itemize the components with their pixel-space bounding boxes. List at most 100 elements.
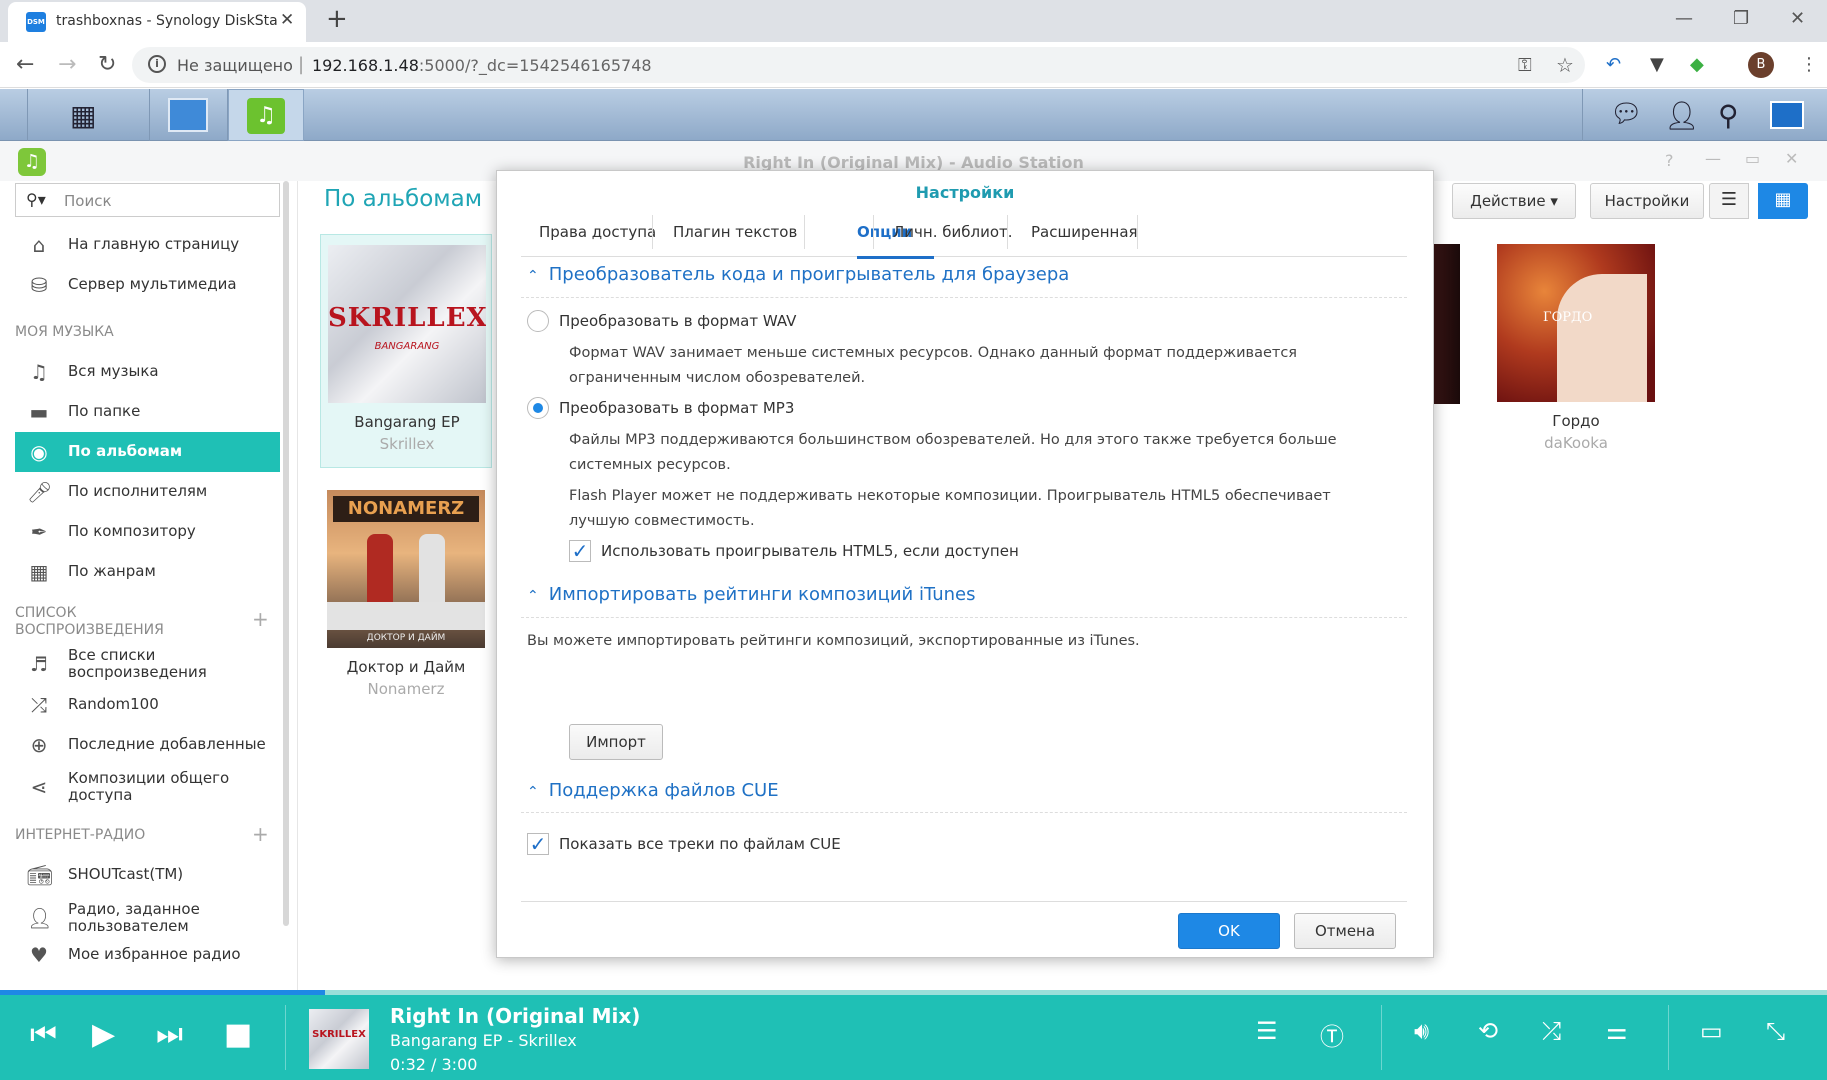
sidebar-item-random100[interactable]: ⤮ Random100 (15, 685, 280, 725)
tab-advanced[interactable]: Расширенная (1031, 223, 1138, 241)
search-icon[interactable]: ⚲ (1718, 99, 1739, 132)
messages-icon[interactable]: 💬︎ (1610, 99, 1643, 129)
queue-icon[interactable]: ☰ (1256, 1017, 1278, 1045)
album-name: Bangarang EP (354, 413, 460, 431)
add-playlist-icon[interactable]: + (252, 607, 269, 631)
html5-checkbox-label[interactable]: Использовать проигрыватель HTML5, если д… (601, 542, 1019, 560)
section-cue-header[interactable]: ⌃ Поддержка файлов CUE (527, 780, 779, 801)
back-arrow-icon[interactable]: ← (16, 52, 34, 77)
new-tab-icon[interactable]: + (326, 4, 348, 34)
radio-mp3[interactable] (527, 397, 549, 419)
key-icon[interactable]: ⚿ (1518, 55, 1532, 76)
url-text[interactable]: 192.168.1.48:5000/?_dc=1542546165748 (312, 56, 652, 75)
search-input[interactable]: ⚲▾ Поиск (15, 183, 280, 217)
reload-icon[interactable]: ↻ (98, 52, 116, 77)
address-bar[interactable]: i Не защищено | 192.168.1.48:5000/?_dc=1… (132, 47, 1585, 83)
repeat-icon[interactable]: ⟲ (1478, 1017, 1498, 1045)
equalizer-icon[interactable]: ⚌ (1606, 1017, 1628, 1045)
bookmark-star-icon[interactable]: ☆ (1556, 53, 1574, 77)
album-card[interactable]: ГОРДО Гордо daKooka (1490, 234, 1662, 468)
radio-mp3-label[interactable]: Преобразовать в формат MP3 (559, 399, 794, 417)
sidebar-item-home[interactable]: ⌂ На главную страницу (15, 225, 280, 265)
minimize-icon[interactable]: — (1705, 149, 1721, 168)
sidebar-item-label: По исполнителям (68, 482, 208, 500)
sidebar-item-recently-added[interactable]: ⊕ Последние добавленные (15, 725, 280, 765)
sidebar-item-shared-songs[interactable]: ⋖ Композиции общего доступа (15, 767, 280, 807)
info-icon[interactable]: i (148, 55, 166, 73)
cue-checkbox-label[interactable]: Показать все треки по файлам CUE (559, 835, 841, 853)
now-playing-cover[interactable]: SKRILLEX (309, 1009, 369, 1069)
browser-tab-strip: DSM trashboxnas - Synology DiskStation ✕… (0, 0, 1827, 42)
next-track-icon[interactable]: ⏭ (156, 1017, 183, 1052)
chrome-menu-icon[interactable]: ⋮ (1800, 54, 1818, 75)
cue-checkbox[interactable]: ✓ (527, 833, 549, 855)
sidebar-item-by-artist[interactable]: 🎤︎ По исполнителям (15, 472, 280, 512)
shuffle-icon[interactable]: ⤮ (1542, 1017, 1561, 1045)
action-dropdown-button[interactable]: Действие ▾ (1452, 183, 1576, 219)
radio-wav[interactable] (527, 310, 549, 332)
sidebar-item-all-playlists[interactable]: ♬ Все списки воспроизведения (15, 644, 280, 684)
restore-window-icon[interactable]: ❐ (1733, 8, 1749, 29)
tab-personal-library[interactable]: Личн. библиот. (893, 223, 1013, 241)
pocket-icon[interactable]: ▼ (1650, 54, 1664, 75)
tab-access-rights[interactable]: Права доступа (539, 223, 656, 241)
section-transcoder-header[interactable]: ⌃ Преобразователь кода и проигрыватель дл… (527, 264, 1069, 285)
stop-icon[interactable]: ■ (224, 1017, 252, 1052)
sidebar-item-by-album[interactable]: ◉ По альбомам (15, 432, 280, 472)
album-name: Гордо (1552, 412, 1600, 430)
main-menu-button[interactable]: ▦ (28, 89, 150, 141)
import-button[interactable]: Импорт (569, 724, 663, 760)
html5-checkbox[interactable]: ✓ (569, 540, 591, 562)
chevron-up-icon: ⌃ (527, 268, 539, 284)
sidebar-item-favorite-radio[interactable]: ♥ Мое избранное радио (15, 935, 280, 975)
help-icon[interactable]: ? (1665, 151, 1674, 170)
forward-arrow-icon[interactable]: → (58, 52, 76, 77)
cover-art-text: NONAMERZ (333, 496, 479, 522)
sidebar-item-label: По композитору (68, 522, 196, 540)
cancel-button[interactable]: Отмена (1294, 913, 1396, 949)
shield-extension-icon[interactable]: ◆ (1690, 54, 1704, 75)
screen-cast-icon[interactable]: ▭ (1700, 1017, 1723, 1045)
minimize-window-icon[interactable]: — (1675, 8, 1693, 29)
volume-icon[interactable]: 🔊︎ (1414, 1017, 1429, 1045)
user-icon[interactable]: 👤︎ (1664, 99, 1700, 132)
previous-track-icon[interactable]: ⏮ (30, 1017, 57, 1052)
taskbar-app-audiostation[interactable]: ♫ (228, 89, 304, 141)
sidebar-item-by-composer[interactable]: ✒ По композитору (15, 512, 280, 552)
play-icon[interactable]: ▶ (92, 1017, 115, 1052)
close-tab-icon[interactable]: ✕ (280, 10, 294, 30)
lyrics-icon[interactable]: Ⓣ (1320, 1017, 1344, 1052)
radio-wav-label[interactable]: Преобразовать в формат WAV (559, 312, 796, 330)
sidebar-item-shoutcast[interactable]: 📻︎ SHOUTcast(TM) (15, 855, 280, 895)
security-label[interactable]: Не защищено (177, 56, 293, 75)
sidebar-item-by-folder[interactable]: ▬ По папке (15, 392, 280, 432)
search-icon[interactable]: ⚲▾ (26, 190, 46, 209)
section-title: Импортировать рейтинги композиций iTunes (548, 584, 976, 605)
maximize-icon[interactable]: ▭ (1745, 149, 1760, 168)
plus-circle-icon: ⊕ (30, 733, 48, 757)
extension-undo-icon[interactable]: ↶ (1606, 54, 1621, 75)
chevron-up-icon: ⌃ (527, 588, 539, 604)
sidebar-item-by-genre[interactable]: ▦ По жанрам (15, 552, 280, 592)
sidebar-item-all-music[interactable]: ♫ Вся музыка (15, 352, 280, 392)
profile-avatar[interactable]: B (1748, 52, 1774, 78)
close-window-icon[interactable]: ✕ (1790, 8, 1805, 29)
sidebar-item-media-server[interactable]: ⛁ Сервер мультимедиа (15, 265, 280, 305)
browser-tab[interactable]: DSM trashboxnas - Synology DiskStation ✕ (8, 2, 306, 42)
section-itunes-header[interactable]: ⌃ Импортировать рейтинги композиций iTune… (527, 584, 976, 605)
close-icon[interactable]: ✕ (1785, 149, 1798, 168)
sidebar-item-user-radio[interactable]: 👤︎ Радио, заданное пользователем (15, 898, 280, 938)
grid-view-icon[interactable]: ▦ (1758, 183, 1808, 219)
settings-button[interactable]: Настройки (1590, 183, 1704, 219)
album-card[interactable]: SKRILLEX BANGARANG Bangarang EP Skrillex (320, 234, 492, 468)
widgets-icon[interactable] (1770, 101, 1804, 129)
ok-button[interactable]: OK (1178, 913, 1280, 949)
sidebar-scrollbar[interactable] (283, 181, 289, 926)
add-radio-icon[interactable]: + (252, 822, 269, 846)
mp3-desc-line2: системных ресурсов. (569, 457, 731, 473)
tab-lyrics-plugin[interactable]: Плагин текстов (673, 223, 797, 241)
list-view-icon[interactable]: ☰ (1709, 183, 1749, 219)
taskbar-app-filestation[interactable] (150, 89, 228, 141)
album-card[interactable]: NONAMERZ ДОКТОР И ДАЙМ Доктор и Дайм Non… (320, 480, 492, 714)
mini-player-icon[interactable]: ⤡ (1766, 1017, 1785, 1045)
